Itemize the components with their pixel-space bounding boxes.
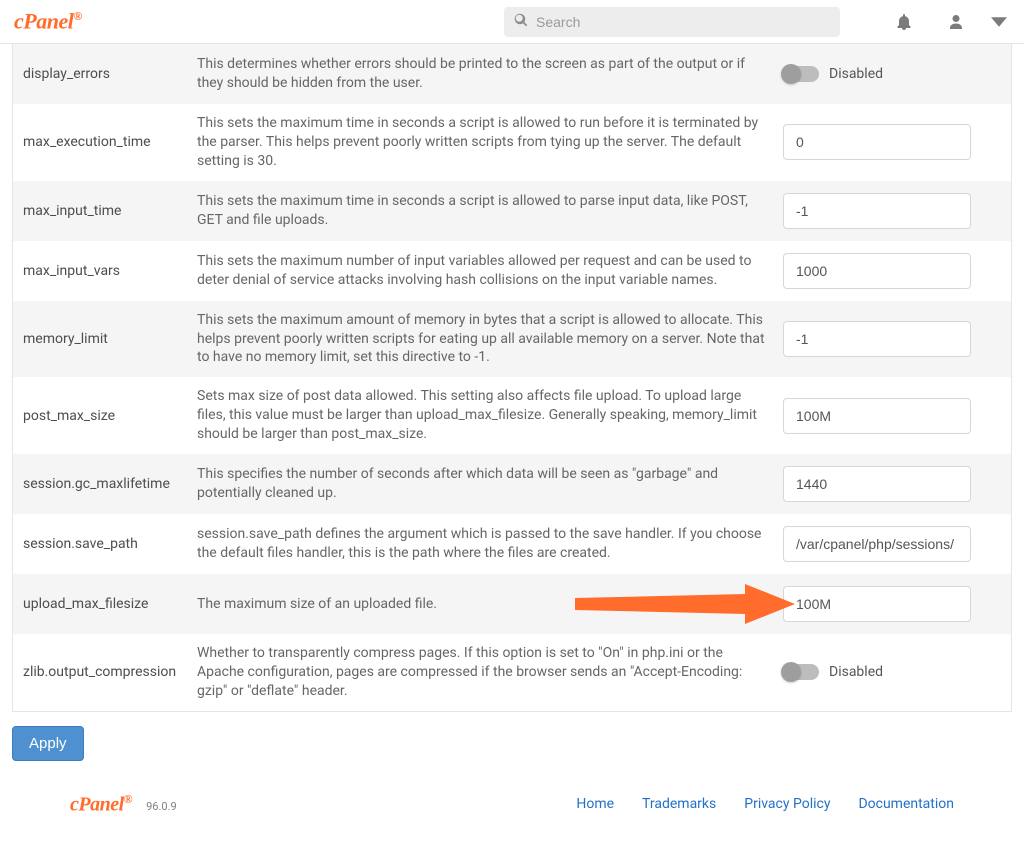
setting-description: session.save_path defines the argument w… (197, 525, 783, 563)
setting-description: This determines whether errors should be… (197, 55, 783, 93)
search-icon (514, 13, 528, 31)
footer-link[interactable]: Documentation (858, 796, 954, 812)
setting-key: zlib.output_compression (21, 664, 197, 680)
setting-row: session.save_pathsession.save_path defin… (13, 514, 1011, 574)
menu-caret-icon[interactable] (988, 0, 1010, 44)
setting-input[interactable] (783, 193, 971, 229)
setting-control (783, 526, 1003, 562)
notifications-icon[interactable] (884, 0, 924, 44)
footer-link[interactable]: Home (576, 796, 614, 812)
setting-key: session.save_path (21, 536, 197, 552)
toggle-switch[interactable]: Disabled (783, 664, 883, 680)
setting-input[interactable] (783, 586, 971, 622)
setting-row: max_execution_timeThis sets the maximum … (13, 104, 1011, 181)
setting-row: display_errorsThis determines whether er… (13, 44, 1011, 104)
version-text: 96.0.9 (146, 800, 177, 813)
setting-key: max_execution_time (21, 134, 197, 150)
setting-control (783, 193, 1003, 229)
footer-logo: cPanel® (70, 793, 132, 815)
setting-control (783, 586, 1003, 622)
footer-link[interactable]: Privacy Policy (744, 796, 830, 812)
setting-row: session.gc_maxlifetimeThis specifies the… (13, 454, 1011, 514)
setting-control (783, 466, 1003, 502)
setting-key: post_max_size (21, 408, 197, 424)
toggle-switch[interactable]: Disabled (783, 66, 883, 82)
setting-control (783, 253, 1003, 289)
user-icon[interactable] (936, 0, 976, 44)
topbar: cPanel® (0, 0, 1024, 44)
footer-links: Home Trademarks Privacy Policy Documentatio… (576, 796, 954, 812)
brand-logo: cPanel® (14, 10, 82, 32)
setting-control (783, 321, 1003, 357)
toggle-thumb (781, 662, 801, 682)
setting-key: max_input_time (21, 203, 197, 219)
setting-input[interactable] (783, 398, 971, 434)
setting-description: Sets max size of post data allowed. This… (197, 387, 783, 444)
setting-key: display_errors (21, 66, 197, 82)
setting-key: memory_limit (21, 331, 197, 347)
php-settings-table: display_errorsThis determines whether er… (12, 44, 1012, 712)
setting-input[interactable] (783, 124, 971, 160)
setting-key: upload_max_filesize (21, 596, 197, 612)
setting-description: This sets the maximum number of input va… (197, 252, 783, 290)
setting-description: This sets the maximum amount of memory i… (197, 311, 783, 368)
setting-row: max_input_varsThis sets the maximum numb… (13, 241, 1011, 301)
search-box[interactable] (504, 7, 840, 37)
setting-control: Disabled (783, 66, 1003, 82)
setting-description: This sets the maximum time in seconds a … (197, 192, 783, 230)
setting-row: max_input_timeThis sets the maximum time… (13, 181, 1011, 241)
toggle-track[interactable] (783, 66, 819, 82)
footer: cPanel® 96.0.9 Home Trademarks Privacy Pol… (0, 771, 1024, 842)
brand-text: cPanel (14, 9, 73, 34)
setting-control (783, 398, 1003, 434)
setting-input[interactable] (783, 466, 971, 502)
toggle-track[interactable] (783, 664, 819, 680)
setting-key: session.gc_maxlifetime (21, 476, 197, 492)
setting-row: zlib.output_compressionWhether to transp… (13, 634, 1011, 711)
setting-input[interactable] (783, 526, 971, 562)
setting-description: The maximum size of an uploaded file. (197, 595, 783, 614)
setting-control (783, 124, 1003, 160)
search-input[interactable] (536, 14, 830, 30)
toggle-label: Disabled (829, 66, 883, 82)
setting-key: max_input_vars (21, 263, 197, 279)
apply-button[interactable]: Apply (12, 726, 84, 761)
toggle-thumb (781, 64, 801, 84)
setting-control: Disabled (783, 664, 1003, 680)
setting-description: This specifies the number of seconds aft… (197, 465, 783, 503)
setting-row: post_max_sizeSets max size of post data … (13, 377, 1011, 454)
setting-input[interactable] (783, 321, 971, 357)
footer-link[interactable]: Trademarks (642, 796, 716, 812)
setting-row: upload_max_filesizeThe maximum size of a… (13, 574, 1011, 634)
setting-description: This sets the maximum time in seconds a … (197, 114, 783, 171)
toggle-label: Disabled (829, 664, 883, 680)
setting-input[interactable] (783, 253, 971, 289)
setting-row: memory_limitThis sets the maximum amount… (13, 301, 1011, 378)
setting-description: Whether to transparently compress pages.… (197, 644, 783, 701)
